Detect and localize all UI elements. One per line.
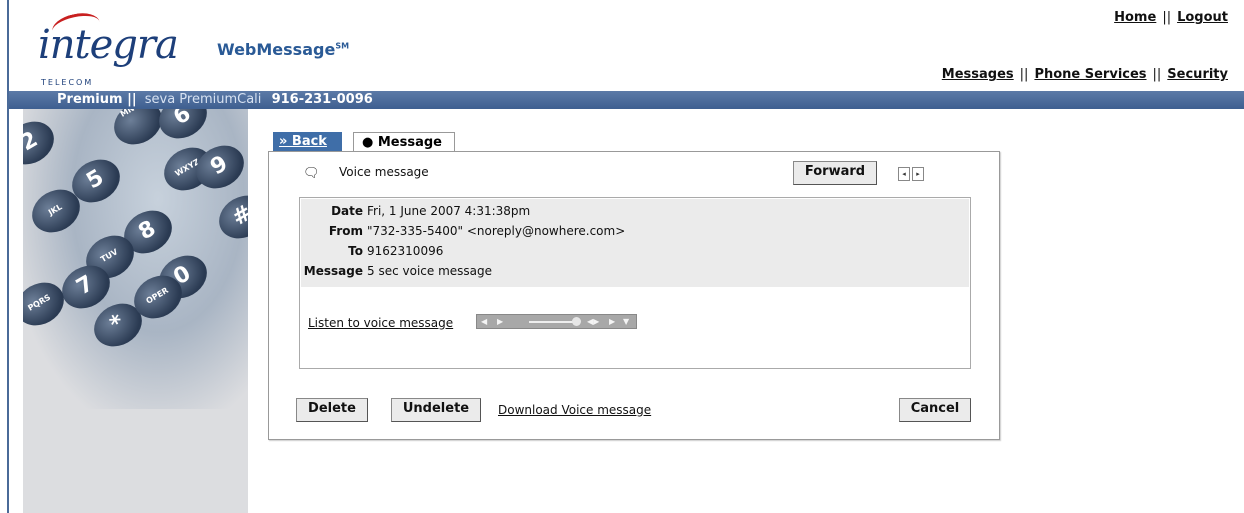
- logo-subtitle: TELECOM: [41, 78, 94, 87]
- message-panel: 🗨 Voice message Forward ◂ ▸ Date Fri, 1 J…: [268, 151, 1000, 440]
- link-separator: ||: [1162, 10, 1172, 25]
- cancel-button[interactable]: Cancel: [899, 398, 971, 422]
- header-fields: Date Fri, 1 June 2007 4:31:38pm From "732-…: [301, 199, 969, 287]
- play-icon[interactable]: ▶: [497, 315, 503, 328]
- top-links: Home || Logout: [1114, 10, 1228, 25]
- menu-down-icon[interactable]: ▼: [623, 315, 629, 328]
- message-type-label: Voice message: [339, 165, 429, 179]
- field-date: Date Fri, 1 June 2007 4:31:38pm: [331, 204, 531, 218]
- logout-link[interactable]: Logout: [1177, 10, 1228, 25]
- audio-player[interactable]: ◀ ▶ ◀▶ ▶ ▼: [476, 314, 637, 329]
- logo-text: integra: [38, 22, 179, 68]
- nav-security[interactable]: Security: [1167, 67, 1228, 82]
- delete-button[interactable]: Delete: [296, 398, 368, 422]
- listen-voice-link[interactable]: Listen to voice message: [308, 316, 453, 330]
- previous-message-icon[interactable]: ◂: [898, 167, 910, 181]
- step-icon[interactable]: ▶: [609, 315, 615, 328]
- keypad-key: #: [211, 187, 248, 247]
- main-nav: Messages || Phone Services || Security: [942, 67, 1228, 82]
- message-details: Date Fri, 1 June 2007 4:31:38pm From "732-…: [299, 197, 971, 369]
- user-bar: Premium || seva PremiumCali 916-231-0096: [9, 91, 1244, 109]
- keypad-key: 9: [188, 137, 248, 197]
- tab-back[interactable]: » Back: [273, 132, 342, 152]
- keypad-image: 2 MNO 6 5 WXYZ 9 JKL 8 TUV 0 # 7 PQRS * …: [23, 109, 248, 409]
- left-border: [7, 0, 9, 513]
- field-to: To 9162310096: [348, 244, 444, 258]
- nav-phone-services[interactable]: Phone Services: [1034, 67, 1146, 82]
- user-name: seva PremiumCali: [144, 92, 262, 107]
- undelete-button[interactable]: Undelete: [391, 398, 481, 422]
- forward-button[interactable]: Forward: [793, 161, 877, 185]
- home-link[interactable]: Home: [1114, 10, 1156, 25]
- nav-messages[interactable]: Messages: [942, 67, 1014, 82]
- keypad-key: 2: [23, 113, 62, 173]
- plan-label: Premium ||: [57, 92, 137, 107]
- speech-bubble-icon: 🗨: [303, 166, 320, 181]
- service-mark: SM: [335, 41, 350, 51]
- seek-knob[interactable]: [572, 317, 581, 326]
- volume-icon[interactable]: ◀: [481, 315, 487, 328]
- nav-separator: ||: [1019, 67, 1029, 82]
- next-message-icon[interactable]: ▸: [912, 167, 924, 181]
- keypad-key: 6: [151, 109, 215, 147]
- field-message: Message 5 sec voice message: [303, 264, 492, 278]
- user-phone: 916-231-0096: [271, 92, 373, 107]
- field-from: From "732-335-5400" <noreply@nowhere.com>: [328, 224, 626, 238]
- app-title-text: WebMessage: [217, 40, 336, 59]
- app-title: WebMessageSM: [217, 40, 349, 59]
- download-voice-link[interactable]: Download Voice message: [498, 403, 651, 417]
- nav-separator: ||: [1152, 67, 1162, 82]
- keypad-sidebar: 2 MNO 6 5 WXYZ 9 JKL 8 TUV 0 # 7 PQRS * …: [23, 109, 248, 513]
- rewind-icon[interactable]: ◀▶: [587, 315, 599, 328]
